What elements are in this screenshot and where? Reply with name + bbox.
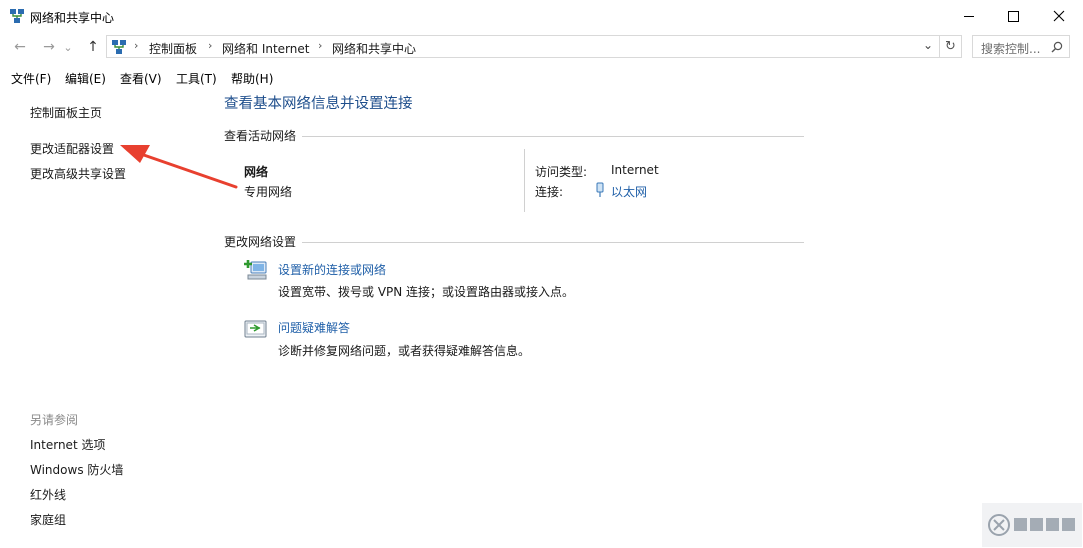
refresh-icon: ↻ <box>945 39 956 54</box>
maximize-button[interactable] <box>990 0 1036 32</box>
search-icon <box>1051 41 1063 53</box>
menu-tools[interactable]: 工具(T) <box>176 70 217 87</box>
address-bar[interactable]: › 控制面板 › 网络和 Internet › 网络和共享中心 ⌄ <box>106 35 940 58</box>
up-button[interactable]: ↑ <box>82 37 104 57</box>
close-button[interactable] <box>1036 0 1082 32</box>
setup-new-connection-link[interactable]: 设置新的连接或网络 <box>278 261 386 278</box>
troubleshoot-icon <box>244 320 267 338</box>
network-center-icon <box>10 9 24 23</box>
internet-options-link[interactable]: Internet 选项 <box>30 436 105 453</box>
address-dropdown-icon[interactable]: ⌄ <box>923 38 933 52</box>
search-input[interactable]: 搜索控制... <box>981 40 1040 57</box>
menu-edit[interactable]: 编辑(E) <box>65 70 106 87</box>
chevron-down-icon: ⌄ <box>63 40 73 54</box>
annotation-arrow <box>120 145 238 189</box>
menu-help[interactable]: 帮助(H) <box>231 70 273 87</box>
troubleshoot-problems-desc: 诊断并修复网络问题，或者获得疑难解答信息。 <box>278 344 531 358</box>
minimize-icon <box>964 15 974 17</box>
menu-view[interactable]: 查看(V) <box>120 70 162 87</box>
ethernet-connection-link[interactable]: 以太网 <box>611 183 647 200</box>
network-category: 专用网络 <box>244 185 293 199</box>
logo-wordmark <box>1014 518 1075 531</box>
close-icon <box>1053 10 1065 22</box>
forward-arrow-icon: → <box>43 39 55 55</box>
infrared-link[interactable]: 红外线 <box>30 486 66 503</box>
watermark-logo <box>982 503 1082 547</box>
breadcrumb-separator: › <box>134 39 139 52</box>
window-title: 网络和共享中心 <box>30 11 115 25</box>
breadcrumb-network-internet[interactable]: 网络和 Internet <box>222 40 309 57</box>
back-button[interactable]: ← <box>9 37 31 57</box>
refresh-button[interactable]: ↻ <box>940 35 962 58</box>
vertical-divider <box>524 149 525 212</box>
ethernet-icon <box>596 182 604 197</box>
maximize-icon <box>1007 10 1019 22</box>
recent-locations-button[interactable]: ⌄ <box>61 37 75 57</box>
breadcrumb-separator: › <box>318 39 323 52</box>
connection-label: 连接: <box>535 185 564 199</box>
homegroup-link[interactable]: 家庭组 <box>30 511 66 528</box>
access-type-value: Internet <box>611 163 659 177</box>
control-panel-home-link[interactable]: 控制面板主页 <box>30 104 102 121</box>
logo-icon <box>988 514 1010 536</box>
change-network-settings-heading: 更改网络设置 <box>224 235 297 249</box>
network-center-icon <box>112 40 126 54</box>
page-title: 查看基本网络信息并设置连接 <box>224 96 413 112</box>
section-divider <box>302 136 804 137</box>
see-also-heading: 另请参阅 <box>30 413 79 427</box>
minimize-button[interactable] <box>946 0 992 32</box>
breadcrumb-control-panel[interactable]: 控制面板 <box>149 40 197 57</box>
new-connection-icon <box>244 260 267 280</box>
section-divider <box>302 242 804 243</box>
setup-new-connection-desc: 设置宽带、拨号或 VPN 连接；或设置路由器或接入点。 <box>278 285 575 299</box>
change-adapter-settings-link[interactable]: 更改适配器设置 <box>30 140 114 157</box>
menu-file[interactable]: 文件(F) <box>11 70 51 87</box>
forward-button[interactable]: → <box>38 37 60 57</box>
breadcrumb-network-sharing-center[interactable]: 网络和共享中心 <box>332 40 416 57</box>
up-arrow-icon: ↑ <box>87 39 99 55</box>
troubleshoot-problems-link[interactable]: 问题疑难解答 <box>278 319 350 336</box>
title-bar: 网络和共享中心 <box>0 0 1083 32</box>
breadcrumb-separator: › <box>208 39 213 52</box>
windows-firewall-link[interactable]: Windows 防火墙 <box>30 461 123 478</box>
search-box[interactable]: 搜索控制... <box>972 35 1070 58</box>
access-type-label: 访问类型: <box>535 165 588 179</box>
back-arrow-icon: ← <box>14 39 26 55</box>
